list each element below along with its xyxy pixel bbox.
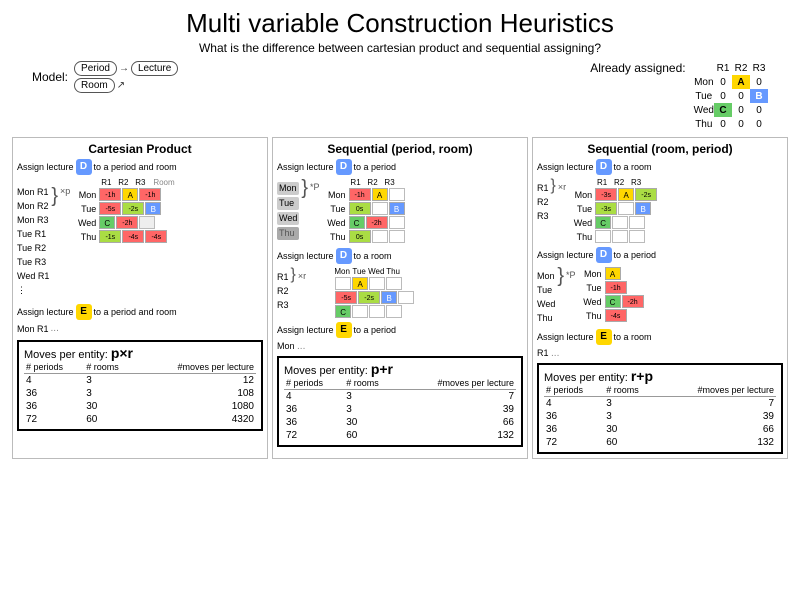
seq-pr-formula: p+r <box>371 361 393 377</box>
seq-rp-assign1: Assign lecture D to a room <box>537 159 783 175</box>
badge-d2: D <box>336 159 352 175</box>
seq-rp-formula: r+p <box>631 368 653 384</box>
table-row: 437 <box>284 390 516 404</box>
table-row: 36339 <box>544 410 776 423</box>
seq-rp-title: Sequential (room, period) <box>537 142 783 156</box>
assigned-grid: R1 R2 R3 Mon 0 A 0 Tue 0 0 B <box>694 61 768 131</box>
cartesian-moves: Moves per entity: p×r # periods # rooms … <box>17 340 263 431</box>
seq-pr-moves: Moves per entity: p+r # periods # rooms … <box>277 356 523 447</box>
assigned-section: Already assigned: R1 R2 R3 Mon 0 A 0 <box>590 61 768 131</box>
table-row: 7260132 <box>284 429 516 442</box>
model-label: Model: <box>32 70 68 84</box>
badge-d5: D <box>596 247 612 263</box>
period-pill: Period <box>74 61 117 76</box>
top-section: Model: Period → Lecture Room ↗ Already a… <box>12 61 788 131</box>
badge-e3: E <box>596 329 612 345</box>
table-row: 36339 <box>284 403 516 416</box>
table-row: 363066 <box>544 423 776 436</box>
table-row: 363108 <box>24 387 256 400</box>
page: Multi variable Construction Heuristics W… <box>0 0 800 600</box>
model-diagram: Period → Lecture Room ↗ <box>74 61 178 93</box>
cartesian-assign2: Assign lecture E to a period and room <box>17 304 263 320</box>
page-title: Multi variable Construction Heuristics <box>12 8 788 39</box>
table-row: 437 <box>544 397 776 411</box>
seq-rp-assign3: Assign lecture E to a room <box>537 329 783 345</box>
cartesian-formula: p×r <box>111 345 133 361</box>
model-box: Model: Period → Lecture Room ↗ <box>32 61 178 93</box>
seq-pr-assign2: Assign lecture D to a room <box>277 248 523 264</box>
badge-e2: E <box>336 322 352 338</box>
badge-d4: D <box>596 159 612 175</box>
seq-rp-moves: Moves per entity: r+p # periods # rooms … <box>537 363 783 454</box>
col-seq-rp: Sequential (room, period) Assign lecture… <box>532 137 788 459</box>
table-row: 7260132 <box>544 436 776 449</box>
arrow2: ↗ <box>117 80 125 91</box>
table-row: 72604320 <box>24 413 256 426</box>
seq-pr-title: Sequential (period, room) <box>277 142 523 156</box>
seq-rp-assign2: Assign lecture D to a period <box>537 247 783 263</box>
table-row: 4312 <box>24 374 256 388</box>
arrow1: → <box>119 63 129 74</box>
seq-pr-table: # periods # rooms #moves per lecture 437… <box>284 377 516 442</box>
seq-pr-assign3: Assign lecture E to a period <box>277 322 523 338</box>
assigned-label: Already assigned: <box>590 61 685 75</box>
cartesian-title: Cartesian Product <box>17 142 263 156</box>
subtitle: What is the difference between cartesian… <box>12 41 788 55</box>
table-row: 363066 <box>284 416 516 429</box>
seq-rp-table: # periods # rooms #moves per lecture 437… <box>544 384 776 449</box>
cartesian-assign1: Assign lecture D to a period and room <box>17 159 263 175</box>
lecture-pill: Lecture <box>131 61 178 76</box>
badge-d1: D <box>76 159 92 175</box>
room-pill: Room <box>74 78 115 93</box>
seq-pr-assign1: Assign lecture D to a period <box>277 159 523 175</box>
cartesian-table: # periods # rooms #moves per lecture 431… <box>24 361 256 426</box>
table-row: 36301080 <box>24 400 256 413</box>
badge-d3: D <box>336 248 352 264</box>
col-cartesian: Cartesian Product Assign lecture D to a … <box>12 137 268 459</box>
columns: Cartesian Product Assign lecture D to a … <box>12 137 788 459</box>
col-seq-pr: Sequential (period, room) Assign lecture… <box>272 137 528 459</box>
badge-e1: E <box>76 304 92 320</box>
